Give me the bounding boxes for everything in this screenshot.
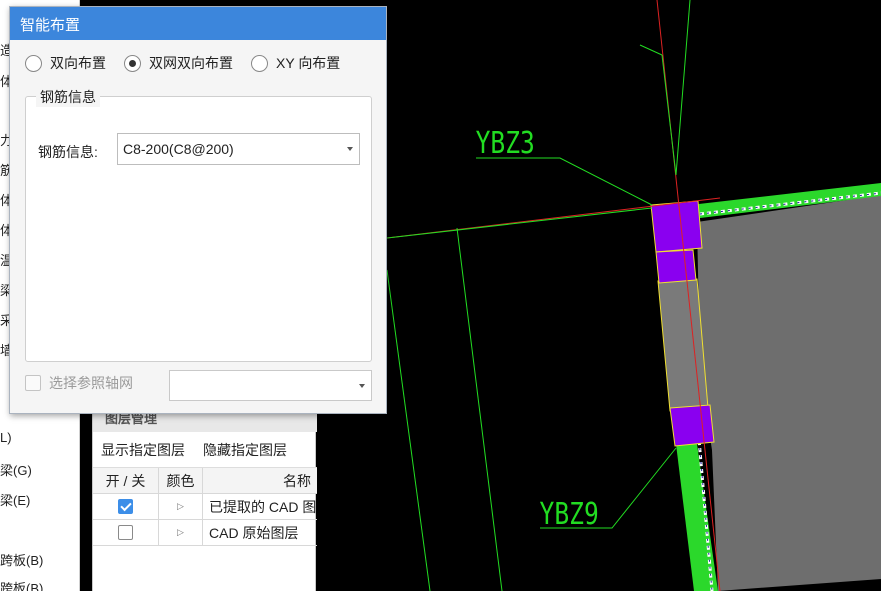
- color-expand-icon[interactable]: ▷: [177, 501, 184, 512]
- label-ybz3: YBZ3: [476, 127, 535, 161]
- radio-button[interactable]: [251, 54, 268, 72]
- nav-item[interactable]: 梁(G): [0, 460, 32, 479]
- layer-visible-checkbox[interactable]: [118, 499, 133, 514]
- layout-mode-radio-group: 双向布置 双网双向布置 XY 向布置: [25, 53, 340, 73]
- radio-double-mesh-bidirectional[interactable]: 双网双向布置: [124, 53, 233, 73]
- radio-xy-direction[interactable]: XY 向布置: [251, 53, 340, 73]
- col-name[interactable]: 名称: [203, 468, 317, 493]
- dialog-title[interactable]: 智能布置: [10, 7, 386, 40]
- layer-table: 开 / 关 颜色 名称 ▷ 已提取的 CAD 图 ▷ CAD 原始图层: [93, 468, 317, 546]
- ref-axis-checkbox[interactable]: [25, 375, 41, 391]
- column-ybz3-b: [655, 249, 697, 284]
- nav-item[interactable]: L): [0, 430, 12, 445]
- ref-axis-row: 选择参照轴网: [25, 373, 133, 393]
- rebar-info-select[interactable]: C8-200(C8@200): [117, 133, 360, 165]
- layer-management-panel: 图层管理 显示指定图层 隐藏指定图层 开 / 关 颜色 名称 ▷ 已提取的 CA…: [92, 404, 317, 591]
- chevron-down-icon[interactable]: [359, 384, 365, 388]
- layer-name: CAD 原始图层: [209, 524, 299, 541]
- nav-item[interactable]: 跨板(B): [0, 578, 43, 591]
- group-title: 钢筋信息: [36, 87, 100, 107]
- table-header: 开 / 关 颜色 名称: [93, 468, 317, 494]
- smart-layout-dialog: 智能布置 双向布置 双网双向布置 XY 向布置 钢筋信息 钢筋信息: C8-20…: [9, 6, 387, 414]
- chevron-down-icon[interactable]: [347, 147, 353, 151]
- nav-item[interactable]: 跨板(B): [0, 550, 43, 569]
- table-row[interactable]: ▷ 已提取的 CAD 图: [93, 494, 317, 520]
- hide-layer-button[interactable]: 隐藏指定图层: [203, 440, 287, 460]
- layer-toolbar: 显示指定图层 隐藏指定图层: [93, 432, 317, 468]
- radio-button-selected[interactable]: [124, 54, 141, 72]
- rebar-info-value: C8-200(C8@200): [123, 141, 234, 157]
- column-ybz9: [669, 404, 715, 447]
- slab-region: [697, 195, 881, 591]
- col-onoff[interactable]: 开 / 关: [93, 468, 159, 493]
- column-ybz3-a: [650, 200, 703, 253]
- label-ybz9: YBZ9: [540, 498, 599, 532]
- ref-axis-select[interactable]: [169, 370, 372, 401]
- radio-bidirectional[interactable]: 双向布置: [25, 53, 106, 73]
- col-color[interactable]: 颜色: [159, 468, 203, 493]
- nav-item[interactable]: 梁(E): [0, 490, 30, 509]
- color-expand-icon[interactable]: ▷: [177, 527, 184, 538]
- table-row[interactable]: ▷ CAD 原始图层: [93, 520, 317, 546]
- rebar-info-group: 钢筋信息 钢筋信息: C8-200(C8@200): [25, 87, 372, 362]
- layer-visible-checkbox[interactable]: [118, 525, 133, 540]
- rebar-field-label: 钢筋信息:: [38, 144, 98, 160]
- show-layer-button[interactable]: 显示指定图层: [101, 440, 185, 460]
- layer-name: 已提取的 CAD 图: [209, 498, 317, 515]
- radio-button[interactable]: [25, 54, 42, 72]
- ref-axis-label: 选择参照轴网: [49, 375, 133, 391]
